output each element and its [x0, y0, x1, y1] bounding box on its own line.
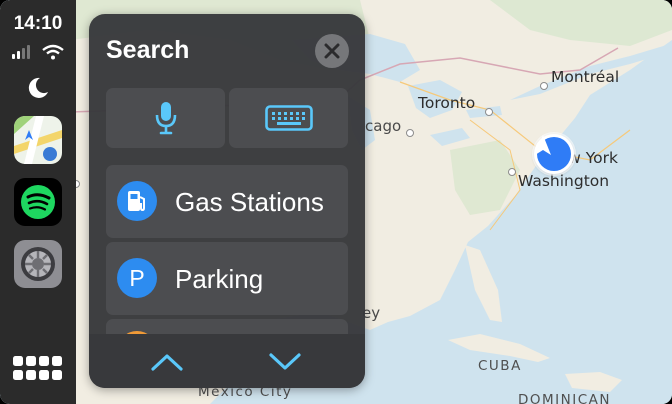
- status-indicators: [10, 44, 66, 60]
- category-label-gas-stations: Gas Stations: [175, 187, 324, 217]
- close-button[interactable]: [315, 34, 349, 68]
- current-location-marker[interactable]: [534, 134, 574, 174]
- carplay-screen: Montréal Toronto cago New York Washingto…: [0, 0, 672, 404]
- app-grid-icon: [13, 356, 62, 380]
- scroll-down-button[interactable]: [267, 350, 303, 374]
- do-not-disturb-icon: [26, 76, 50, 100]
- maps-app-icon[interactable]: [14, 116, 62, 164]
- map-pin-washington: [508, 168, 516, 176]
- map-label-washington: Washington: [518, 172, 610, 190]
- search-panel: Search Gas Stations P Parking: [89, 14, 365, 388]
- parking-badge: P: [117, 258, 157, 298]
- panel-title: Search: [106, 36, 190, 64]
- wifi-icon: [42, 44, 64, 60]
- map-label-chicago: cago: [365, 117, 402, 135]
- map-label-dominican: DOMINICAN: [518, 392, 611, 404]
- scroll-up-button[interactable]: [149, 350, 185, 374]
- microphone-icon: [155, 102, 176, 135]
- gas-station-icon: [128, 191, 145, 212]
- spotify-app-icon[interactable]: [14, 178, 62, 226]
- category-label-parking: Parking: [175, 264, 264, 294]
- parking-icon: P: [129, 264, 145, 291]
- keyboard-icon: [264, 105, 313, 131]
- voice-search-button[interactable]: [106, 88, 225, 148]
- carplay-dock: 14:10: [0, 0, 76, 404]
- keyboard-search-button[interactable]: [229, 88, 348, 148]
- chevron-down-icon: [269, 353, 301, 370]
- map-pin-chicago: [406, 129, 414, 137]
- panel-footer: [89, 334, 365, 388]
- settings-app-icon[interactable]: [14, 240, 62, 288]
- category-parking[interactable]: P Parking: [106, 242, 348, 315]
- map-label-toronto: Toronto: [418, 94, 476, 112]
- navigation-arrow-icon: [535, 135, 551, 155]
- gas-station-badge: [117, 181, 157, 221]
- map-pin-montreal: [540, 82, 548, 90]
- close-icon: [324, 43, 340, 59]
- map-label-montreal: Montréal: [551, 68, 620, 86]
- map-label-cuba: CUBA: [478, 358, 522, 374]
- chevron-up-icon: [151, 354, 183, 371]
- map-pin-toronto: [485, 108, 493, 116]
- app-grid-button[interactable]: [13, 356, 63, 384]
- category-gas-stations[interactable]: Gas Stations: [106, 165, 348, 238]
- status-time: 14:10: [13, 13, 63, 34]
